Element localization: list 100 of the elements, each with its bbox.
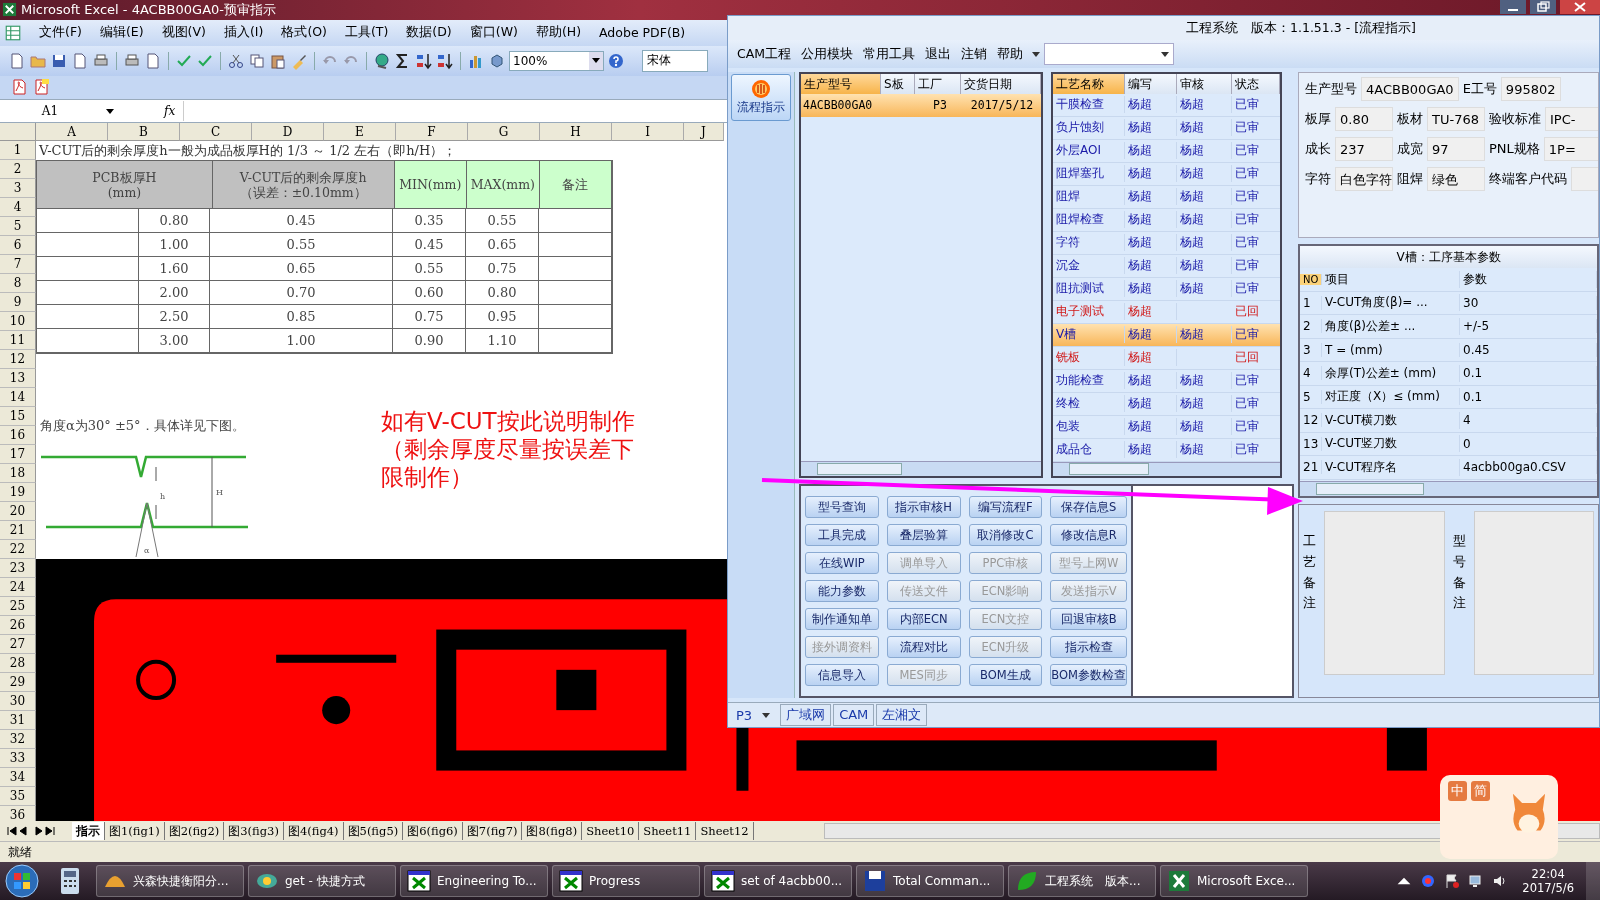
- row-header[interactable]: 22: [0, 540, 36, 560]
- row-header[interactable]: 36: [0, 806, 36, 822]
- row-header[interactable]: 14: [0, 388, 36, 408]
- status-tab[interactable]: CAM: [833, 704, 875, 726]
- table-row[interactable]: 终检 杨超 杨超 已审: [1053, 392, 1280, 416]
- column-header[interactable]: F: [396, 123, 468, 142]
- row-header[interactable]: 3: [0, 179, 36, 199]
- new-file-icon[interactable]: [8, 51, 26, 70]
- info-field[interactable]: 237: [1335, 137, 1393, 161]
- row-header[interactable]: 30: [0, 692, 36, 712]
- horizontal-scrollbar[interactable]: [1300, 481, 1597, 496]
- menu-item[interactable]: CAM工程: [732, 45, 797, 63]
- info-field[interactable]: 1P=: [1543, 137, 1598, 161]
- sort-descending-icon[interactable]: [436, 51, 454, 70]
- flag-icon[interactable]: [1444, 873, 1461, 889]
- info-field[interactable]: 995802: [1500, 77, 1561, 101]
- action-button[interactable]: 指示检查: [1050, 636, 1127, 658]
- row-header[interactable]: 11: [0, 331, 36, 351]
- name-box[interactable]: A1: [0, 102, 100, 121]
- table-row[interactable]: 阻焊塞孔 杨超 杨超 已审: [1053, 162, 1280, 186]
- row-header[interactable]: 26: [0, 616, 36, 636]
- start-button-icon[interactable]: [4, 863, 40, 899]
- row-header[interactable]: 20: [0, 502, 36, 522]
- action-button[interactable]: 编写流程F: [968, 496, 1043, 518]
- taskbar-button[interactable]: 工程系统 版本...: [1008, 865, 1156, 897]
- taskbar-button[interactable]: set of 4acbb00...: [704, 865, 852, 897]
- row-header[interactable]: 1: [0, 141, 36, 161]
- action-button[interactable]: 制作通知单: [805, 608, 879, 630]
- row-header[interactable]: 27: [0, 635, 36, 655]
- minimize-icon[interactable]: [1500, 0, 1526, 14]
- row-header[interactable]: 5: [0, 217, 36, 237]
- row-header[interactable]: 10: [0, 312, 36, 332]
- pdf-icon[interactable]: [32, 78, 50, 97]
- worksheet-icon[interactable]: [4, 23, 22, 42]
- row-header[interactable]: 25: [0, 597, 36, 617]
- remark-field[interactable]: [1473, 511, 1594, 675]
- nav-button[interactable]: 流程指示: [731, 74, 791, 121]
- info-field[interactable]: IPC-: [1545, 107, 1598, 131]
- taskbar-button[interactable]: get - 快捷方式: [248, 865, 396, 897]
- row-header[interactable]: 6: [0, 236, 36, 256]
- action-button[interactable]: 型号查询: [805, 496, 879, 518]
- table-row[interactable]: 负片蚀刻 杨超 杨超 已审: [1053, 116, 1280, 140]
- action-button[interactable]: 修改信息R: [1050, 524, 1127, 546]
- antivirus-icon[interactable]: [1420, 873, 1437, 889]
- column-header[interactable]: 编写: [1125, 74, 1177, 94]
- row-header[interactable]: 9: [0, 293, 36, 313]
- table-row[interactable]: 包装 杨超 杨超 已审: [1053, 415, 1280, 439]
- copy-icon[interactable]: [248, 51, 266, 70]
- column-header[interactable]: G: [468, 123, 540, 142]
- menu-item[interactable]: 工具(T): [335, 24, 398, 42]
- menu-item[interactable]: 格式(O): [272, 24, 336, 42]
- select-all-corner[interactable]: [0, 123, 36, 142]
- table-row[interactable]: 沉金 杨超 杨超 已审: [1053, 254, 1280, 278]
- menu-item[interactable]: 常用工具: [858, 45, 921, 63]
- column-header[interactable]: 生产型号: [801, 74, 881, 94]
- factory-dropdown[interactable]: P3: [728, 707, 779, 723]
- dropdown-field[interactable]: [1044, 43, 1175, 65]
- action-button[interactable]: 在线WIP: [805, 552, 879, 574]
- action-button[interactable]: BOM生成: [968, 664, 1043, 686]
- row-header[interactable]: 34: [0, 768, 36, 788]
- function-label[interactable]: fx: [164, 104, 176, 119]
- action-button[interactable]: 取消修改C: [968, 524, 1043, 546]
- column-header[interactable]: E: [324, 123, 396, 142]
- row-header[interactable]: 13: [0, 369, 36, 389]
- action-button[interactable]: 保存信息S: [1050, 496, 1127, 518]
- menu-item[interactable]: 视图(V): [152, 24, 215, 42]
- row-header[interactable]: 33: [0, 749, 36, 769]
- column-header[interactable]: 审核: [1177, 74, 1232, 94]
- row-header[interactable]: 32: [0, 730, 36, 750]
- sort-ascending-icon[interactable]: [415, 51, 433, 70]
- action-button[interactable]: 信息导入: [805, 664, 879, 686]
- action-button[interactable]: 指示审核H: [886, 496, 961, 518]
- status-tab[interactable]: 左湘文: [876, 704, 928, 726]
- taskbar-button[interactable]: Total Comman...: [856, 865, 1004, 897]
- pdf-icon[interactable]: [10, 78, 28, 97]
- column-header[interactable]: J: [684, 123, 724, 142]
- caret-icon[interactable]: [106, 108, 114, 114]
- menu-item[interactable]: 帮助: [992, 45, 1029, 63]
- menu-item[interactable]: 注销: [956, 45, 993, 63]
- row-header[interactable]: 18: [0, 464, 36, 484]
- table-row[interactable]: 字符 杨超 杨超 已审: [1053, 231, 1280, 255]
- menu-item[interactable]: 编辑(E): [90, 24, 153, 42]
- row-header[interactable]: 24: [0, 578, 36, 598]
- action-button[interactable]: 工具完成: [805, 524, 879, 546]
- menu-item[interactable]: 文件(F): [30, 24, 91, 42]
- taskbar-button[interactable]: Engineering To...: [400, 865, 548, 897]
- action-button[interactable]: BOM参数检查: [1050, 664, 1127, 686]
- restore-icon[interactable]: [1530, 0, 1556, 14]
- menu-item[interactable]: 退出: [920, 45, 957, 63]
- status-tab[interactable]: 广域网: [780, 704, 832, 726]
- menu-item[interactable]: Adobe PDF(B): [590, 25, 695, 41]
- remark-field[interactable]: [1324, 511, 1445, 675]
- close-icon[interactable]: [1560, 0, 1600, 14]
- table-row[interactable]: 功能检查 杨超 杨超 已审: [1053, 369, 1280, 393]
- action-button[interactable]: 能力参数: [805, 580, 879, 602]
- column-header[interactable]: A: [36, 123, 108, 142]
- table-row[interactable]: 铣板 杨超 已回: [1053, 346, 1280, 370]
- row-header[interactable]: 29: [0, 673, 36, 693]
- info-field[interactable]: 白色字符: [1335, 167, 1393, 191]
- taskbar-button[interactable]: Progress: [552, 865, 700, 897]
